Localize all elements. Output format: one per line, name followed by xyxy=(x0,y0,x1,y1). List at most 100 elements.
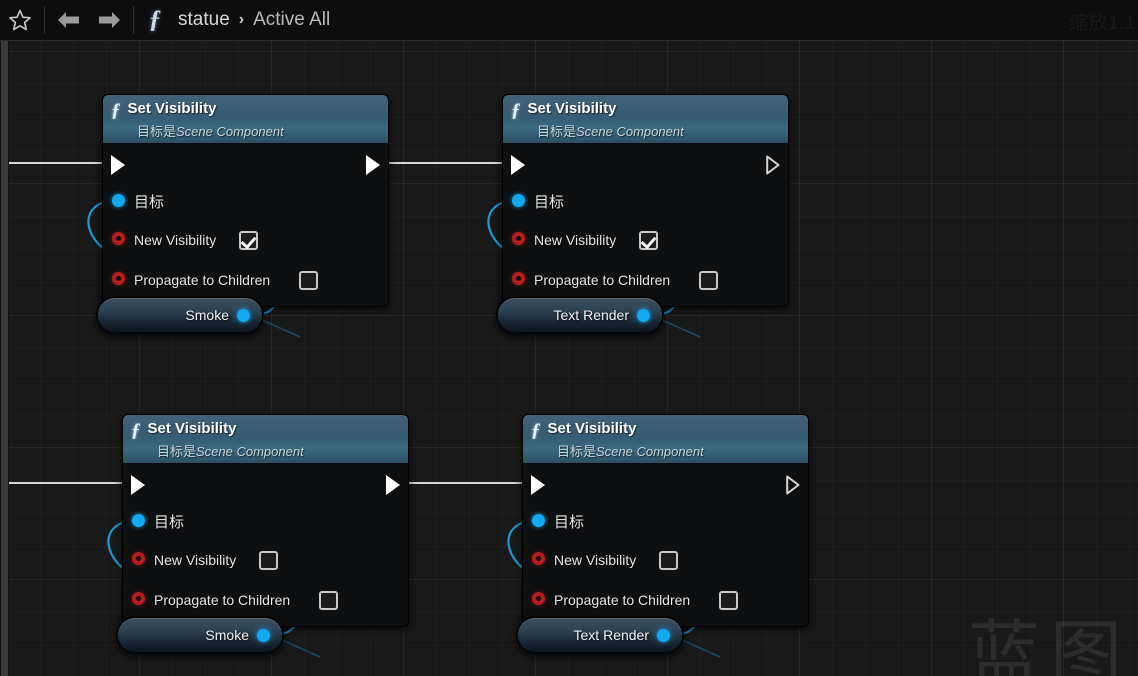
node-subtitle-prefix: 目标是 xyxy=(557,444,597,459)
node-set-visibility-2[interactable]: ƒ Set Visibility 目标是Scene Component 目标 N… xyxy=(502,94,789,307)
node-body: 目标 New Visibility Propagate to Children xyxy=(123,464,408,626)
node-title: Set Visibility xyxy=(527,100,617,117)
function-fx-icon: ƒ xyxy=(148,6,162,33)
toolbar: ƒ statue › Active All 缩放1:1 xyxy=(0,0,1138,41)
exec-out-pin[interactable] xyxy=(366,155,380,175)
node-subtitle-prefix: 目标是 xyxy=(537,124,577,139)
variable-label: Smoke xyxy=(185,307,229,323)
row-new-visibility: New Visibility xyxy=(123,546,408,586)
variable-get-text-render-2[interactable]: Text Render xyxy=(516,616,684,654)
node-header[interactable]: ƒ Set Visibility 目标是Scene Component xyxy=(103,95,388,144)
checkbox-new-visibility[interactable] xyxy=(639,231,658,250)
arrow-right-icon[interactable] xyxy=(89,0,129,40)
node-subtitle-prefix: 目标是 xyxy=(137,124,177,139)
bool-pin-new-visibility[interactable] xyxy=(132,552,145,565)
exec-in-pin[interactable] xyxy=(131,475,145,495)
node-body: 目标 New Visibility Propagate to Children xyxy=(103,144,388,306)
toolbar-divider-1 xyxy=(44,6,45,34)
node-set-visibility-1[interactable]: ƒ Set Visibility 目标是Scene Component 目标 N… xyxy=(102,94,389,307)
checkbox-new-visibility[interactable] xyxy=(239,231,258,250)
bool-pin-propagate-to-children[interactable] xyxy=(132,592,145,605)
star-icon[interactable] xyxy=(0,0,40,40)
breadcrumb: statue › Active All xyxy=(178,9,330,31)
node-title: Set Visibility xyxy=(127,100,217,117)
row-exec xyxy=(503,144,788,186)
pin-label-propagate-to-children: Propagate to Children xyxy=(534,272,671,288)
node-header[interactable]: ƒ Set Visibility 目标是Scene Component xyxy=(123,415,408,464)
bool-pin-new-visibility[interactable] xyxy=(112,232,125,245)
object-pin-target[interactable] xyxy=(512,194,525,207)
object-pin-target[interactable] xyxy=(112,194,125,207)
node-subtitle-type: Scene Component xyxy=(596,444,704,459)
node-subtitle-prefix: 目标是 xyxy=(157,444,197,459)
row-target: 目标 xyxy=(103,186,388,226)
exec-in-pin[interactable] xyxy=(111,155,125,175)
node-subtitle: 目标是Scene Component xyxy=(111,121,378,140)
bool-pin-propagate-to-children[interactable] xyxy=(112,272,125,285)
variable-get-smoke-1[interactable]: Smoke xyxy=(96,296,264,334)
variable-label: Text Render xyxy=(573,627,649,643)
breadcrumb-root[interactable]: statue xyxy=(178,9,230,31)
exec-out-pin[interactable] xyxy=(786,475,800,495)
exec-in-pin[interactable] xyxy=(531,475,545,495)
object-pin-out[interactable] xyxy=(237,308,250,322)
variable-get-text-render-1[interactable]: Text Render xyxy=(496,296,664,334)
blueprint-graph-canvas[interactable]: 蓝图 ƒ Set Visibility 目标是Scene Component 目… xyxy=(0,41,1138,676)
node-header[interactable]: ƒ Set Visibility 目标是Scene Component xyxy=(503,95,788,144)
checkbox-new-visibility[interactable] xyxy=(659,551,678,570)
bool-pin-propagate-to-children[interactable] xyxy=(532,592,545,605)
row-target: 目标 xyxy=(523,506,808,546)
pin-label-target: 目标 xyxy=(154,513,185,531)
node-title: Set Visibility xyxy=(547,420,637,437)
function-fx-icon: ƒ xyxy=(511,100,521,121)
row-new-visibility: New Visibility xyxy=(103,226,388,266)
pin-label-propagate-to-children: Propagate to Children xyxy=(154,592,291,608)
function-fx-icon: ƒ xyxy=(531,420,541,441)
checkbox-propagate-to-children[interactable] xyxy=(719,591,738,610)
pin-label-propagate-to-children: Propagate to Children xyxy=(554,592,691,608)
checkbox-new-visibility[interactable] xyxy=(259,551,278,570)
bool-pin-propagate-to-children[interactable] xyxy=(512,272,525,285)
node-set-visibility-4[interactable]: ƒ Set Visibility 目标是Scene Component 目标 N… xyxy=(522,414,809,627)
function-fx-icon: ƒ xyxy=(111,100,121,121)
row-target: 目标 xyxy=(503,186,788,226)
breadcrumb-current: Active All xyxy=(253,9,331,30)
object-pin-out[interactable] xyxy=(657,628,670,642)
checkbox-propagate-to-children[interactable] xyxy=(299,271,318,290)
pin-label-target: 目标 xyxy=(554,513,585,531)
object-pin-out[interactable] xyxy=(637,308,650,322)
row-exec xyxy=(123,464,408,506)
row-target: 目标 xyxy=(123,506,408,546)
pin-label-new-visibility: New Visibility xyxy=(554,552,637,568)
row-exec xyxy=(523,464,808,506)
object-pin-out[interactable] xyxy=(257,628,270,642)
variable-label: Smoke xyxy=(205,627,249,643)
bool-pin-new-visibility[interactable] xyxy=(512,232,525,245)
checkbox-propagate-to-children[interactable] xyxy=(699,271,718,290)
node-set-visibility-3[interactable]: ƒ Set Visibility 目标是Scene Component 目标 N… xyxy=(122,414,409,627)
object-pin-target[interactable] xyxy=(132,514,145,527)
node-subtitle-type: Scene Component xyxy=(176,124,284,139)
graph-left-rail[interactable] xyxy=(0,41,9,676)
checkbox-propagate-to-children[interactable] xyxy=(319,591,338,610)
pin-label-new-visibility: New Visibility xyxy=(534,232,617,248)
variable-get-smoke-2[interactable]: Smoke xyxy=(116,616,284,654)
node-body: 目标 New Visibility Propagate to Children xyxy=(503,144,788,306)
exec-out-pin[interactable] xyxy=(386,475,400,495)
exec-out-pin[interactable] xyxy=(766,155,780,175)
row-new-visibility: New Visibility xyxy=(503,226,788,266)
node-subtitle-type: Scene Component xyxy=(196,444,304,459)
pin-label-new-visibility: New Visibility xyxy=(154,552,237,568)
chevron-right-icon: › xyxy=(238,11,245,28)
arrow-left-icon[interactable] xyxy=(49,0,89,40)
node-title: Set Visibility xyxy=(147,420,237,437)
node-body: 目标 New Visibility Propagate to Children xyxy=(523,464,808,626)
object-pin-target[interactable] xyxy=(532,514,545,527)
node-subtitle: 目标是Scene Component xyxy=(511,121,778,140)
blueprint-editor: ƒ statue › Active All 缩放1:1 蓝图 ƒ Set Vis… xyxy=(0,0,1138,676)
exec-in-pin[interactable] xyxy=(511,155,525,175)
node-subtitle: 目标是Scene Component xyxy=(131,441,398,460)
node-header[interactable]: ƒ Set Visibility 目标是Scene Component xyxy=(523,415,808,464)
bool-pin-new-visibility[interactable] xyxy=(532,552,545,565)
pin-label-new-visibility: New Visibility xyxy=(134,232,217,248)
